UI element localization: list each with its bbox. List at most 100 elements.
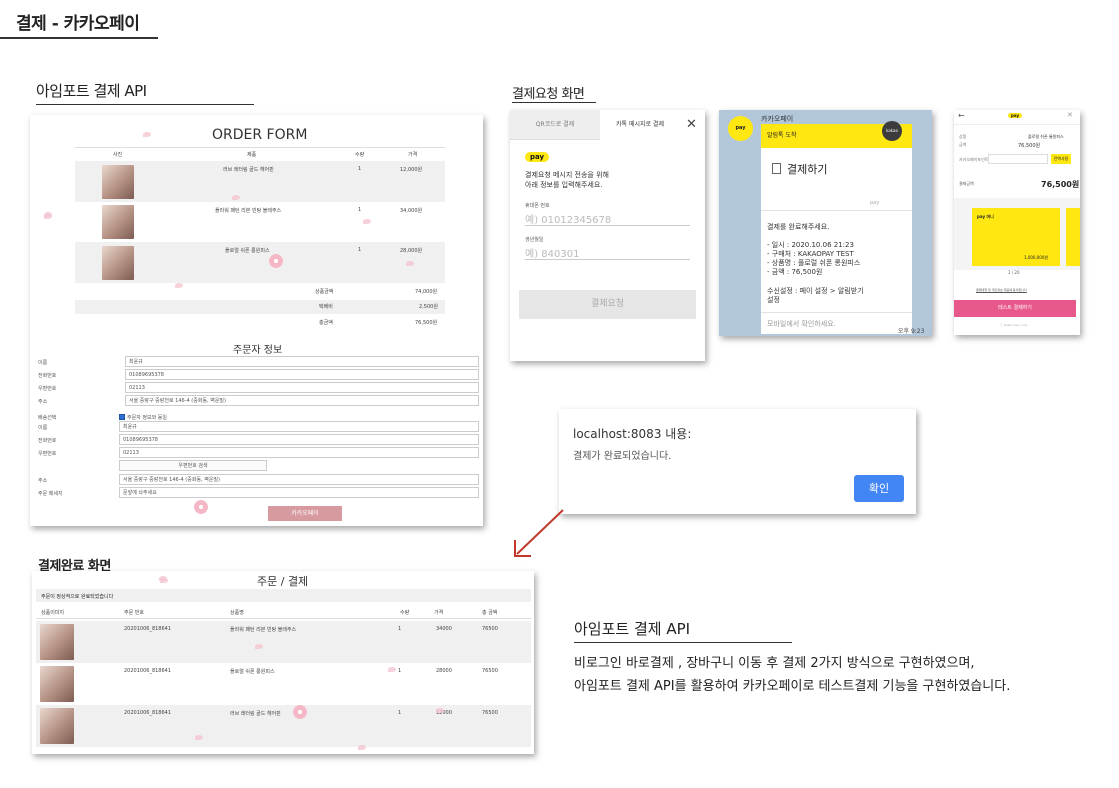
notice-bar: 주문이 정상적으로 완료되었습니다: [36, 589, 531, 602]
request-desc-2: 아래 정보를 입력해주세요.: [525, 181, 603, 189]
kakao-mobile-panel: ← pay ✕ 상품 플로럴 쉬폰 롱원피스 금액 76,500원 카카오페이포…: [954, 110, 1080, 335]
phone-input[interactable]: 예) 01012345678: [525, 211, 690, 226]
alert-dialog: localhost:8083 내용: 결제가 완료되었습니다. 확인: [559, 409, 916, 514]
summary-value: 74,000원: [415, 289, 438, 295]
alert-message: 결제가 완료되었습니다.: [573, 451, 672, 462]
complete-title: 주문 / 결제: [257, 575, 309, 588]
order-item-row: 러브 레터링 골드 헤어핀 1 12,000원: [75, 161, 445, 202]
description-line-1: 비로그인 바로결제 , 장바구니 이동 후 결제 2가지 방식으로 구현하였으며…: [574, 656, 975, 671]
birth-input[interactable]: 예) 840301: [525, 245, 690, 260]
kakao-message-panel: 카카오페이 pay 알림톡 도착 kakao 결제하기 pay 결제를 완료해주…: [719, 110, 932, 336]
delivery-zip-label: 우편번호: [38, 451, 57, 457]
product-name: 러브 레터링 골드 헤어핀: [230, 711, 281, 717]
col-price: 가격: [434, 610, 444, 616]
summary-label: 택배비: [319, 304, 333, 310]
petal: [175, 283, 183, 288]
col-name: 상품명: [230, 610, 244, 616]
col-total: 총 금액: [482, 610, 498, 616]
complete-row: 20201006_818641 플로럴 쉬폰 롱원피스 1 28000 7650…: [36, 663, 531, 705]
orderer-zip-label: 우편번호: [38, 386, 57, 392]
order-number: 20201006_818641: [124, 668, 172, 674]
summary-row: 총금액 76,500원: [75, 316, 445, 330]
complete-row: 20201006_818641 러브 레터링 골드 헤어핀 1 12000 76…: [36, 705, 531, 747]
copyright: ⓒ Kakao pay corp.: [1000, 323, 1029, 327]
order-number: 20201006_818641: [124, 626, 172, 632]
setting-line: 설정: [767, 296, 780, 304]
order-form-title: ORDER FORM: [212, 127, 308, 143]
product-image: [40, 624, 74, 660]
delivery-phone-field[interactable]: 01089695378: [119, 434, 479, 445]
delivery-address-label: 주소: [38, 478, 48, 484]
product-price: 12,000원: [400, 167, 423, 173]
zip-search-button[interactable]: 우편번호 검색: [119, 460, 267, 471]
petal: [363, 219, 371, 224]
delivery-name-field[interactable]: 최윤규: [119, 421, 479, 432]
card-amount: 1,000,000원: [1024, 255, 1049, 260]
col-qty: 수량: [355, 152, 365, 158]
petal: [436, 708, 444, 713]
kakaopay-logo: pay: [525, 152, 550, 162]
orderer-phone-field[interactable]: 01089695378: [125, 369, 479, 380]
divider: [954, 124, 1080, 125]
orderer-name-field[interactable]: 최윤규: [125, 356, 479, 367]
section-request-heading: 결제요청 화면: [512, 87, 585, 102]
product-name: 러브 레터링 골드 헤어핀: [223, 167, 274, 173]
product-qty: 1: [398, 710, 402, 716]
pay-watermark: pay: [870, 200, 880, 206]
product-price: 34,000원: [400, 208, 423, 214]
delivery-zip-field[interactable]: 02113: [119, 447, 479, 458]
product-price: 28000: [436, 668, 452, 674]
col-product: 제품: [247, 152, 257, 158]
product-name: 플로럴 쉬폰 롱원피스: [225, 248, 270, 254]
petal: [159, 576, 167, 581]
delivery-address-field[interactable]: 서울 중랑구 중랑천로 146-4 (중화동, 벽운빌): [119, 474, 479, 485]
delivery-name-label: 이름: [38, 425, 48, 431]
request-button[interactable]: 결제요청: [519, 290, 696, 319]
description-line-2: 아임포트 결제 API를 활용하여 카카오페이로 테스트결제 기능을 구현하였습…: [574, 679, 1011, 694]
delivery-select-label: 배송선택: [38, 415, 57, 421]
point-label: 카카오페이포인트: [959, 157, 989, 162]
product-image: [40, 666, 74, 702]
product-value: 플로럴 쉬폰 롱원피스: [1028, 134, 1064, 139]
pay-money-card[interactable]: pay 머니 1,000,000원: [972, 208, 1060, 266]
point-use-button[interactable]: 전액사용: [1051, 154, 1071, 164]
agree-link[interactable]: 결제대행 및 개인정보 제공에 동의합니다: [976, 288, 1027, 292]
message-footer[interactable]: 모바일에서 확인하세요.: [767, 319, 836, 329]
section-request-underline: [512, 102, 596, 103]
test-pay-button[interactable]: 테스트 결제하기: [954, 300, 1076, 317]
tab-qr[interactable]: QR코드로 결제: [510, 110, 600, 140]
page-title: 결제 - 카카오페이: [16, 14, 140, 34]
order-number: 20201006_818641: [124, 710, 172, 716]
amount-label: 금액: [959, 142, 967, 147]
petal: [255, 644, 263, 649]
orderer-zip-field[interactable]: 02113: [125, 382, 479, 393]
summary-row: 택배비 2,500원: [75, 300, 445, 314]
order-message-label: 주문 메세지: [38, 491, 63, 497]
close-icon[interactable]: ✕: [686, 117, 697, 132]
same-as-orderer-label: 주문자 정보와 동일: [127, 415, 167, 421]
card-pager[interactable]: 1 / 20: [1008, 270, 1020, 275]
product-label: 상품: [959, 134, 967, 139]
same-as-orderer-checkbox[interactable]: [119, 414, 125, 420]
order-total: 76500: [482, 626, 498, 632]
order-message-field[interactable]: 문앞에 놔주세요: [119, 487, 479, 498]
product-qty: 1: [358, 247, 362, 253]
kakaopay-button[interactable]: 카카오페이: [268, 506, 342, 521]
order-item-row: 플라워 패턴 리본 빈탕 볼레주스 1 34,000원: [75, 202, 445, 242]
col-photo: 사진: [113, 152, 123, 158]
alert-ok-button[interactable]: 확인: [854, 475, 904, 502]
kakao-badge: kakao: [882, 121, 902, 141]
point-input[interactable]: [988, 154, 1048, 164]
complete-row: 20201006_818641 플라워 패턴 리본 빈탕 볼레주스 1 3400…: [36, 621, 531, 663]
birth-label: 생년월일: [525, 237, 544, 243]
tab-talk[interactable]: 카톡 메시지로 결제: [600, 110, 680, 140]
product-qty: 1: [358, 207, 362, 213]
back-icon[interactable]: ←: [958, 111, 965, 120]
order-total: 76500: [482, 710, 498, 716]
mobile-close-icon[interactable]: ✕: [1067, 111, 1073, 119]
petal: [232, 195, 240, 200]
order-complete-panel: 주문 / 결제 주문이 정상적으로 완료되었습니다 상품이미지 주문 번호 상품…: [32, 571, 534, 754]
orderer-address-field[interactable]: 서울 중랑구 중랑천로 146-4 (중화동, 벽운빌): [125, 395, 479, 406]
product-name: 플라워 패턴 리본 빈탕 볼레주스: [230, 627, 297, 633]
complete-text: 결제를 완료해주세요.: [767, 223, 830, 231]
